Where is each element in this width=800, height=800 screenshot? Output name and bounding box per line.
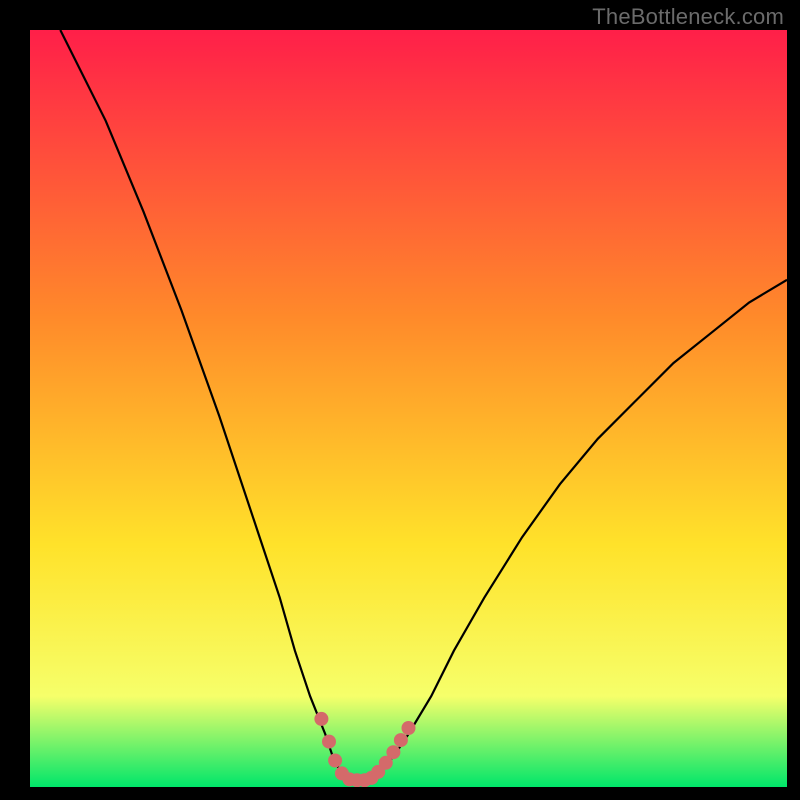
gradient-background [30, 30, 787, 787]
plot-area [30, 30, 787, 787]
curve-dot [386, 745, 400, 759]
curve-dot [394, 733, 408, 747]
curve-dot [328, 754, 342, 768]
chart-frame: TheBottleneck.com [0, 0, 800, 800]
bottleneck-chart [30, 30, 787, 787]
curve-dot [402, 721, 416, 735]
watermark-text: TheBottleneck.com [592, 4, 784, 30]
curve-dot [322, 735, 336, 749]
curve-dot [314, 712, 328, 726]
